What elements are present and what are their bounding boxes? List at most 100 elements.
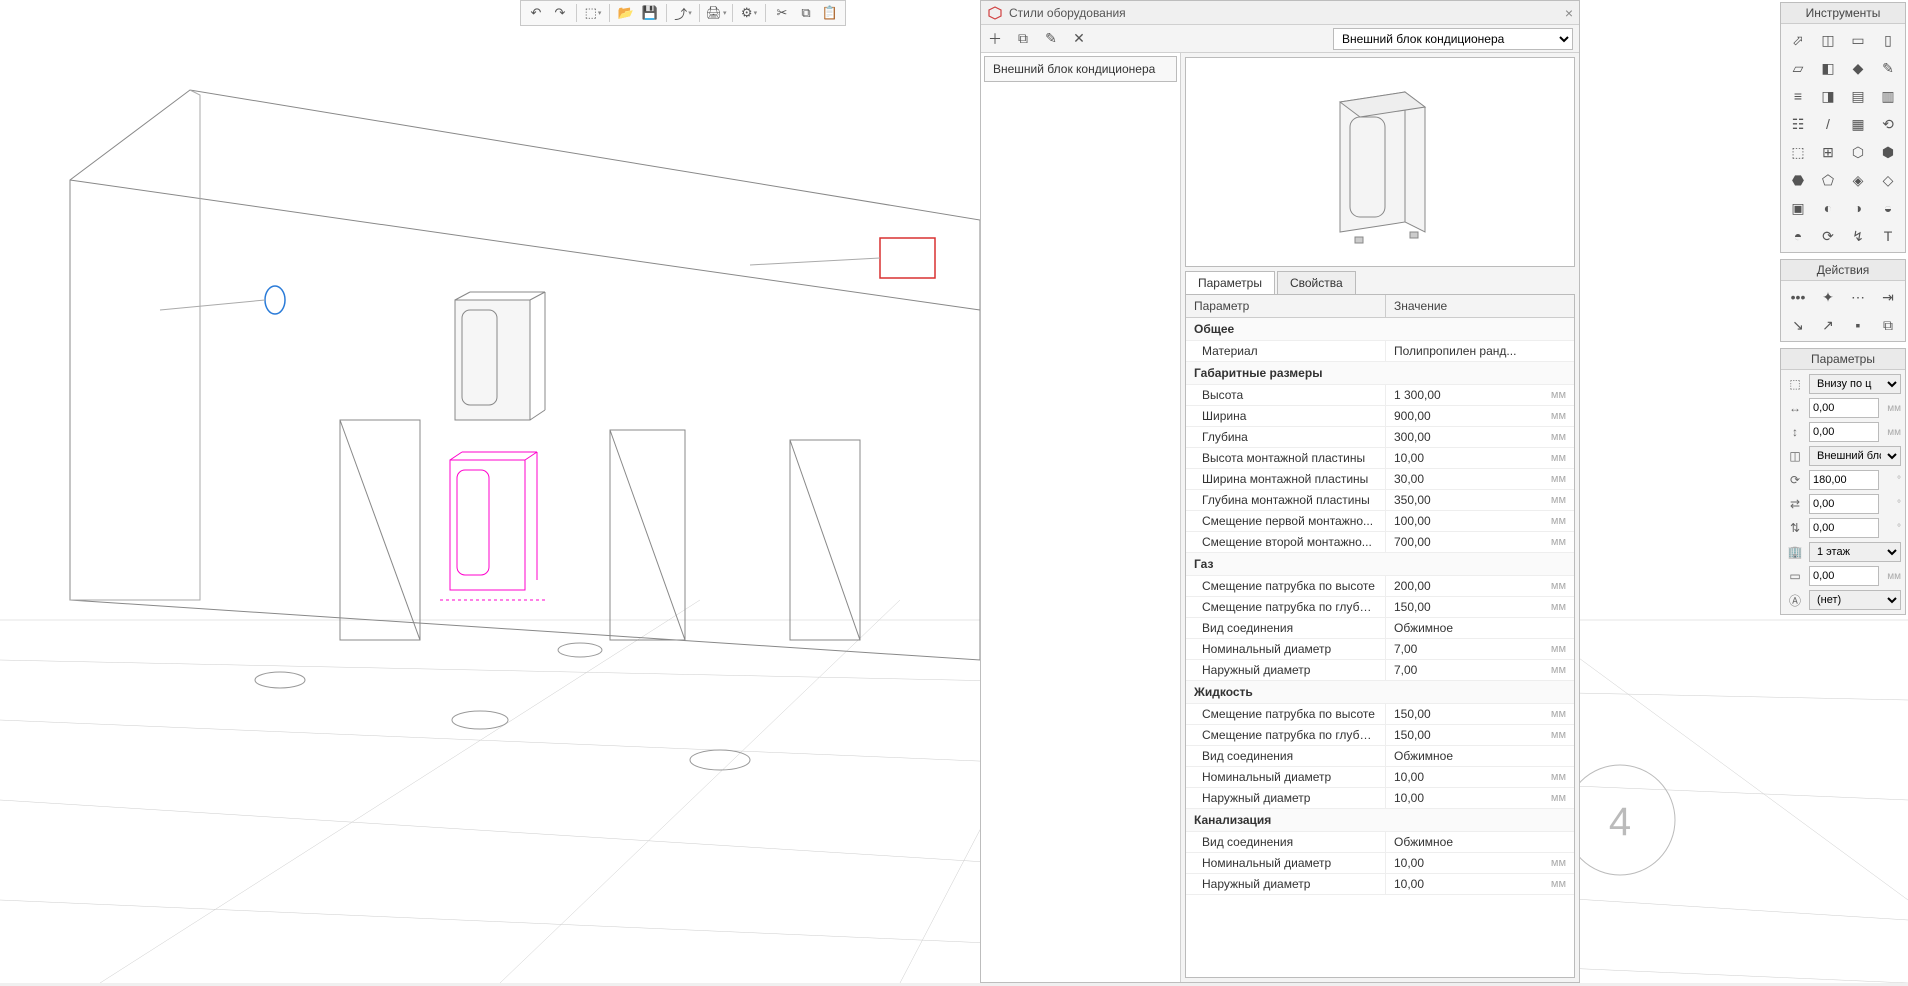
param-unit: мм [1551, 601, 1566, 613]
placement-select[interactable]: Внизу по ц [1809, 374, 1901, 394]
tool-button-12[interactable]: ☷ [1784, 111, 1812, 137]
close-icon[interactable]: × [1565, 5, 1573, 21]
tool-button-9[interactable]: ◨ [1814, 83, 1842, 109]
tool-button-0[interactable]: ⬀ [1784, 27, 1812, 53]
settings-button[interactable]: ⚙ [738, 2, 760, 24]
tool-button-5[interactable]: ◧ [1814, 55, 1842, 81]
undo-button[interactable]: ↶ [525, 2, 547, 24]
print-button[interactable]: 🖨 [705, 2, 727, 24]
param-row[interactable]: Наружный диаметр10,00мм [1186, 874, 1574, 895]
param-row[interactable]: Высота монтажной пластины10,00мм [1186, 448, 1574, 469]
param-row[interactable]: Смещение патрубка по глубине150,00мм [1186, 725, 1574, 746]
param-name: Высота [1186, 385, 1386, 405]
param-row[interactable]: Высота1 300,00мм [1186, 385, 1574, 406]
param-row[interactable]: Наружный диаметр7,00мм [1186, 660, 1574, 681]
tool-button-15[interactable]: ⟲ [1874, 111, 1902, 137]
z-input[interactable] [1809, 566, 1879, 586]
parameter-table[interactable]: Параметр Значение ОбщееМатериалПолипропи… [1185, 295, 1575, 978]
param-row[interactable]: Смещение первой монтажно...100,00мм [1186, 511, 1574, 532]
tool-button-4[interactable]: ▱ [1784, 55, 1812, 81]
tool-button-25[interactable]: ◐ [1814, 195, 1842, 221]
floor-select[interactable]: 1 этаж [1809, 542, 1901, 562]
tool-button-22[interactable]: ◈ [1844, 167, 1872, 193]
viewport-3d[interactable]: 4 [0, 0, 1908, 983]
offset1-input[interactable] [1809, 398, 1879, 418]
action-button-5[interactable]: ↗ [1814, 312, 1842, 338]
param-row[interactable]: Смещение патрубка по высоте200,00мм [1186, 576, 1574, 597]
param-row[interactable]: Смещение патрубка по глубине150,00мм [1186, 597, 1574, 618]
save-button[interactable]: 💾 [639, 2, 661, 24]
tab-parameters[interactable]: Параметры [1185, 271, 1275, 294]
param-row[interactable]: Наружный диаметр10,00мм [1186, 788, 1574, 809]
action-button-4[interactable]: ↘ [1784, 312, 1812, 338]
tool-button-26[interactable]: ◑ [1844, 195, 1872, 221]
mark-select[interactable]: (нет) [1809, 590, 1901, 610]
tool-button-30[interactable]: ↯ [1844, 223, 1872, 249]
view-button[interactable]: ⬚ [582, 2, 604, 24]
tool-button-20[interactable]: ⬣ [1784, 167, 1812, 193]
tool-button-10[interactable]: ▤ [1844, 83, 1872, 109]
tool-button-16[interactable]: ⬚ [1784, 139, 1812, 165]
param-row[interactable]: Ширина монтажной пластины30,00мм [1186, 469, 1574, 490]
tool-button-6[interactable]: ◆ [1844, 55, 1872, 81]
open-button[interactable]: 📂 [615, 2, 637, 24]
param-row[interactable]: Вид соединенияОбжимное [1186, 832, 1574, 853]
tool-button-2[interactable]: ▭ [1844, 27, 1872, 53]
param-row[interactable]: Номинальный диаметр7,00мм [1186, 639, 1574, 660]
offset2-input[interactable] [1809, 422, 1879, 442]
param-row[interactable]: Глубина монтажной пластины350,00мм [1186, 490, 1574, 511]
tool-button-21[interactable]: ⬠ [1814, 167, 1842, 193]
tool-button-1[interactable]: ◫ [1814, 27, 1842, 53]
duplicate-button[interactable]: ⧉ [1009, 25, 1037, 53]
param-row[interactable]: Смещение второй монтажно...700,00мм [1186, 532, 1574, 553]
style-select[interactable]: Внешний блс [1809, 446, 1901, 466]
delete-button[interactable]: ✕ [1065, 25, 1093, 53]
cut-button[interactable]: ✂ [771, 2, 793, 24]
action-button-2[interactable]: ⋯ [1844, 284, 1872, 310]
tool-button-7[interactable]: ✎ [1874, 55, 1902, 81]
param-row[interactable]: Вид соединенияОбжимное [1186, 746, 1574, 767]
param-row[interactable]: Ширина900,00мм [1186, 406, 1574, 427]
dx-input[interactable] [1809, 494, 1879, 514]
param-row[interactable]: Глубина300,00мм [1186, 427, 1574, 448]
param-value: 900,00 [1394, 409, 1431, 423]
tool-button-28[interactable]: ◓ [1784, 223, 1812, 249]
copy-button[interactable]: ⧉ [795, 2, 817, 24]
tool-button-14[interactable]: ▦ [1844, 111, 1872, 137]
tool-button-23[interactable]: ◇ [1874, 167, 1902, 193]
tool-button-3[interactable]: ▯ [1874, 27, 1902, 53]
paste-button[interactable]: 📋 [819, 2, 841, 24]
action-button-6[interactable]: ▪ [1844, 312, 1872, 338]
action-button-3[interactable]: ⇥ [1874, 284, 1902, 310]
dy-input[interactable] [1809, 518, 1879, 538]
tool-button-18[interactable]: ⬡ [1844, 139, 1872, 165]
param-unit: мм [1551, 410, 1566, 422]
angle-input[interactable] [1809, 470, 1879, 490]
tool-button-24[interactable]: ▣ [1784, 195, 1812, 221]
action-button-0[interactable]: ••• [1784, 284, 1812, 310]
edit-button[interactable]: ✎ [1037, 25, 1065, 53]
floor-icon: 🏢 [1785, 542, 1805, 562]
param-row[interactable]: Вид соединенияОбжимное [1186, 618, 1574, 639]
tool-button-13[interactable]: / [1814, 111, 1842, 137]
style-dropdown[interactable]: Внешний блок кондиционера [1333, 28, 1573, 50]
tab-properties[interactable]: Свойства [1277, 271, 1356, 294]
tool-button-17[interactable]: ⊞ [1814, 139, 1842, 165]
tool-button-29[interactable]: ⟳ [1814, 223, 1842, 249]
tool-button-27[interactable]: ◒ [1874, 195, 1902, 221]
param-row[interactable]: Номинальный диаметр10,00мм [1186, 767, 1574, 788]
redo-button[interactable]: ↷ [549, 2, 571, 24]
action-button-7[interactable]: ⧉ [1874, 312, 1902, 338]
tool-button-31[interactable]: T [1874, 223, 1902, 249]
param-unit: мм [1551, 515, 1566, 527]
tool-button-8[interactable]: ≡ [1784, 83, 1812, 109]
export-button[interactable]: ⤴ [672, 2, 694, 24]
param-row[interactable]: МатериалПолипропилен ранд... [1186, 341, 1574, 362]
tool-button-11[interactable]: ▥ [1874, 83, 1902, 109]
tool-button-19[interactable]: ⬢ [1874, 139, 1902, 165]
param-row[interactable]: Номинальный диаметр10,00мм [1186, 853, 1574, 874]
param-row[interactable]: Смещение патрубка по высоте150,00мм [1186, 704, 1574, 725]
action-button-1[interactable]: ✦ [1814, 284, 1842, 310]
style-list-item[interactable]: Внешний блок кондиционера [984, 56, 1177, 82]
add-button[interactable]: ＋ [981, 25, 1009, 53]
